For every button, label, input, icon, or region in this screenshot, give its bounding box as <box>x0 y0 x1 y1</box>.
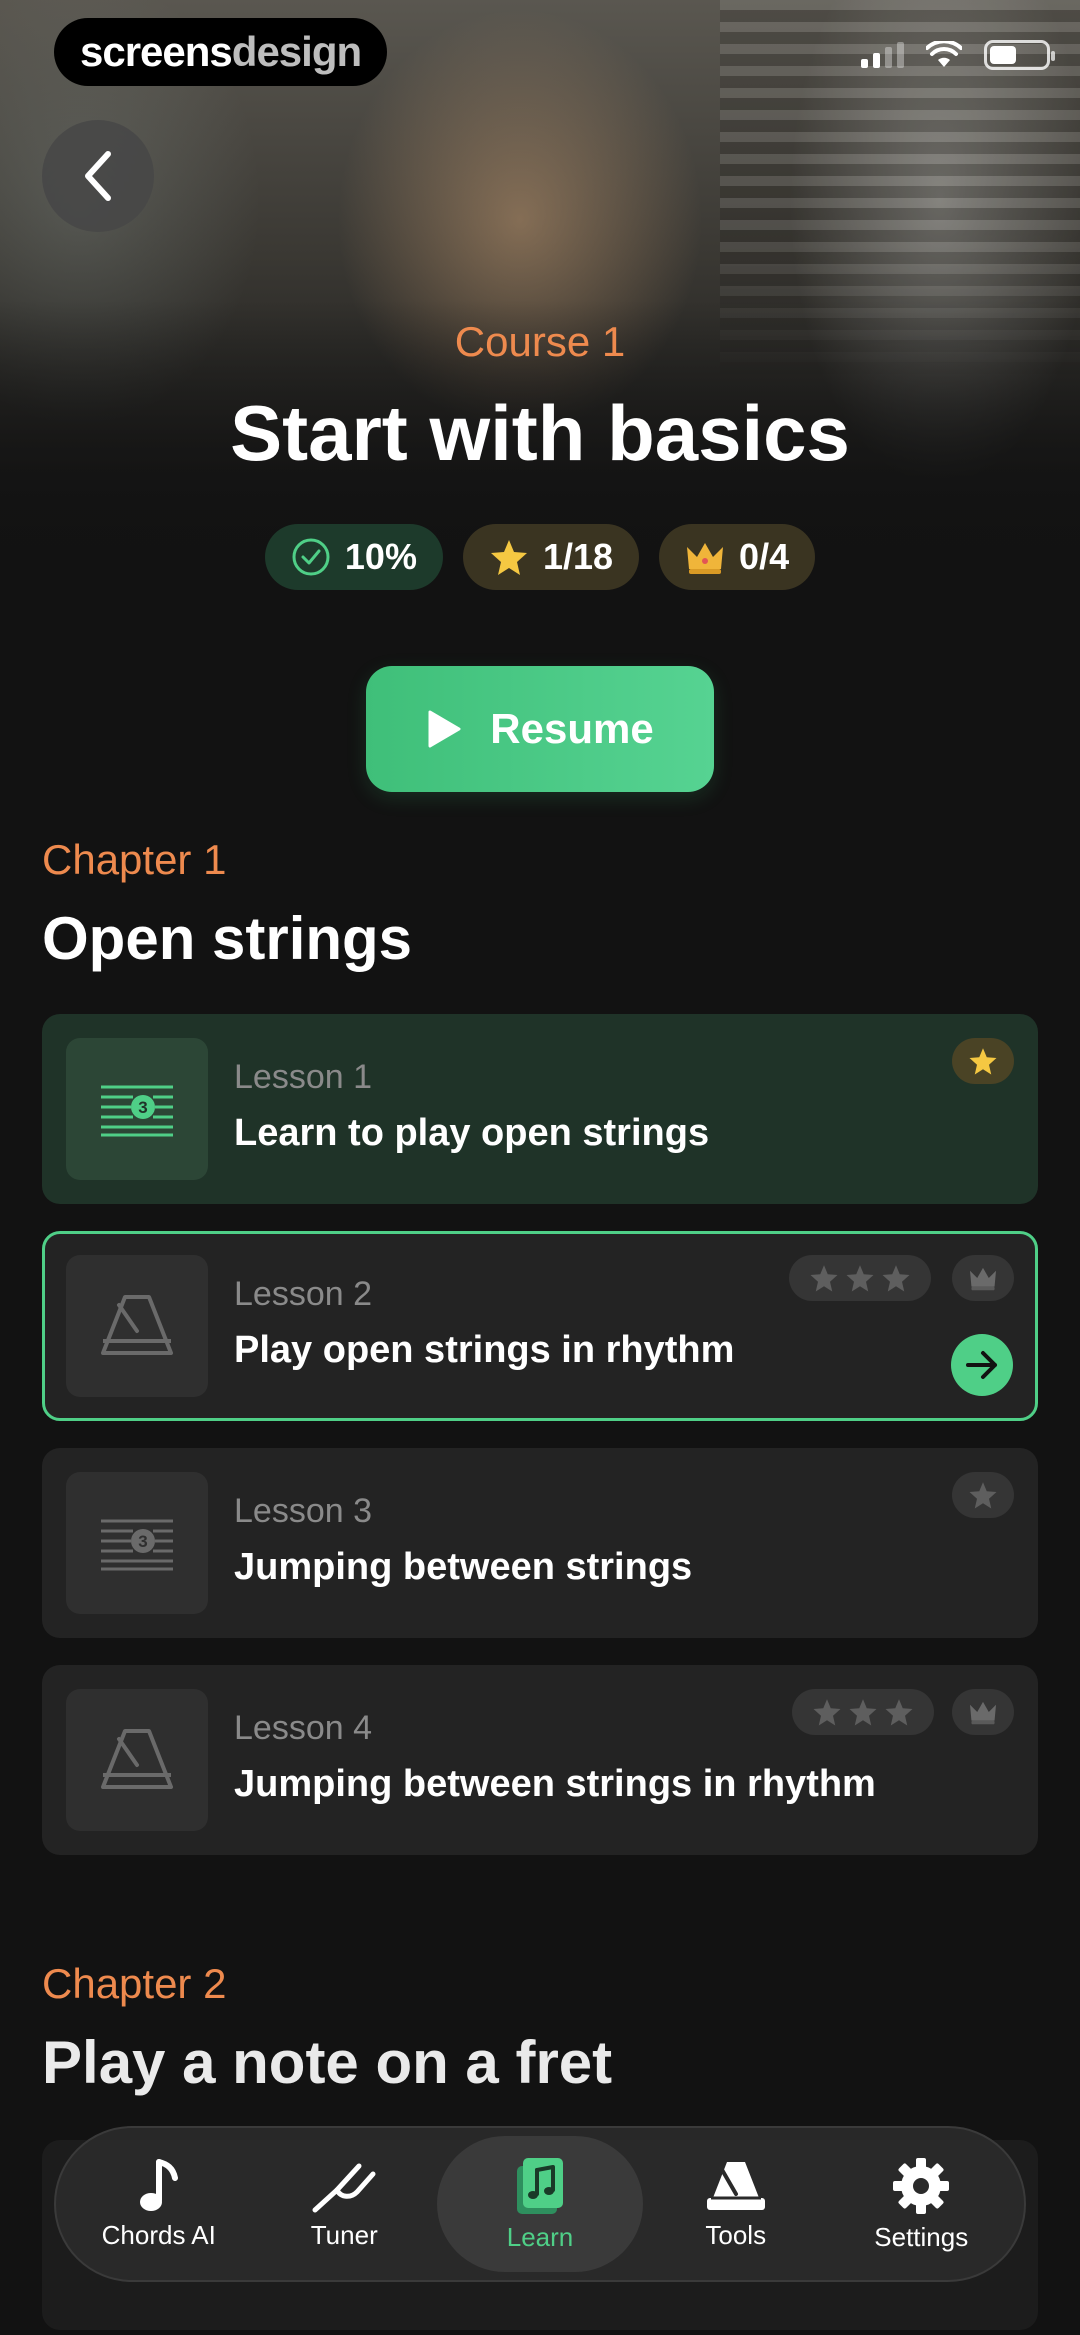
sheet-music-icon: 3 <box>66 1472 208 1614</box>
lesson-name: Play open strings in rhythm <box>234 1329 735 1371</box>
check-circle-icon <box>291 537 331 577</box>
star-badge <box>952 1472 1014 1518</box>
chapter-2-label: Chapter 2 <box>42 1960 227 2007</box>
tab-label: Settings <box>874 2221 969 2252</box>
course-label: Course 1 <box>454 318 626 365</box>
music-book-icon <box>517 2157 563 2214</box>
crowns-badge: 0/4 <box>659 524 816 590</box>
tab-tuner[interactable]: Tuner <box>252 2136 438 2272</box>
lesson-name: Jumping between strings in rhythm <box>234 1763 876 1805</box>
stars-badge <box>792 1689 934 1735</box>
chapter-1-label: Chapter 1 <box>42 836 227 883</box>
battery-icon <box>984 40 1055 70</box>
star-icon <box>885 1699 913 1726</box>
lesson-number: Lesson 3 <box>234 1492 372 1530</box>
tab-chords-ai[interactable]: Chords AI <box>66 2136 252 2272</box>
arrow-right-icon <box>966 1351 997 1379</box>
wifi-icon <box>926 41 962 67</box>
lesson-card-3[interactable]: 3 Lesson 3 Jumping between strings <box>42 1448 1038 1638</box>
star-icon <box>849 1699 877 1726</box>
signal-icon <box>861 42 904 68</box>
brand-text-1: screens <box>80 28 233 75</box>
tab-label: Tuner <box>310 2219 378 2250</box>
star-icon <box>846 1265 874 1292</box>
course-stats: 10% 1/18 0/4 <box>0 524 1080 590</box>
chevron-left-icon <box>85 151 111 201</box>
crown-icon <box>685 537 725 577</box>
course-title: Start with basics <box>230 389 850 477</box>
tab-label: Learn <box>506 2221 574 2252</box>
lesson-name: Learn to play open strings <box>234 1112 710 1154</box>
star-icon <box>969 1048 997 1075</box>
progress-value: 10% <box>344 536 417 577</box>
tab-label: Chords AI <box>101 2219 216 2250</box>
lesson-number: Lesson 2 <box>234 1275 372 1313</box>
back-button[interactable] <box>42 120 154 232</box>
crown-badge <box>952 1689 1014 1735</box>
stars-badge: 1/18 <box>462 524 640 590</box>
lesson-card-4[interactable]: Lesson 4 Jumping between strings in rhyt… <box>42 1665 1038 1855</box>
metronome-icon <box>706 2161 765 2210</box>
lesson-card-2[interactable]: Lesson 2 Play open strings in rhythm <box>42 1231 1038 1421</box>
lesson-number: Lesson 4 <box>234 1709 372 1747</box>
svg-text:3: 3 <box>138 1532 147 1551</box>
tab-tools[interactable]: Tools <box>643 2136 829 2272</box>
star-icon <box>810 1265 838 1292</box>
star-icon <box>969 1482 997 1509</box>
star-icon <box>813 1699 841 1726</box>
tuning-fork-icon <box>312 2163 376 2212</box>
crown-icon <box>970 1701 996 1725</box>
crown-badge <box>952 1255 1014 1301</box>
star-icon <box>882 1265 910 1292</box>
progress-badge: 10% <box>264 524 443 590</box>
gear-icon <box>893 2157 950 2214</box>
star-badge <box>952 1038 1014 1084</box>
svg-text:3: 3 <box>138 1098 147 1117</box>
resume-button[interactable]: Resume <box>366 666 714 792</box>
tab-label: Tools <box>705 2219 767 2250</box>
start-lesson-button[interactable] <box>951 1334 1013 1396</box>
sheet-music-icon: 3 <box>66 1038 208 1180</box>
lesson-card-1[interactable]: 3 Lesson 1 Learn to play open strings <box>42 1014 1038 1204</box>
star-icon <box>489 537 529 577</box>
lesson-number: Lesson 1 <box>234 1058 372 1096</box>
music-note-icon <box>139 2158 178 2211</box>
status-icons <box>861 40 1055 70</box>
play-icon <box>428 710 461 748</box>
brand-text-2: design <box>231 28 362 75</box>
resume-label: Resume <box>490 705 654 752</box>
chapter-2-title: Play a note on a fret <box>42 2029 613 2096</box>
bottom-tab-bar: Chords AI Tuner Learn Tools Settings <box>54 2126 1026 2282</box>
stars-value: 1/18 <box>542 536 614 577</box>
crown-icon <box>970 1267 996 1291</box>
tab-learn[interactable]: Learn <box>437 2136 643 2272</box>
stars-badge <box>789 1255 931 1301</box>
metronome-icon <box>66 1689 208 1831</box>
lesson-name: Jumping between strings <box>234 1546 693 1588</box>
tab-settings[interactable]: Settings <box>829 2136 1015 2272</box>
metronome-icon <box>66 1255 208 1397</box>
crowns-value: 0/4 <box>739 536 790 577</box>
brand-watermark: screens design <box>54 18 388 86</box>
chapter-1-title: Open strings <box>42 905 413 972</box>
